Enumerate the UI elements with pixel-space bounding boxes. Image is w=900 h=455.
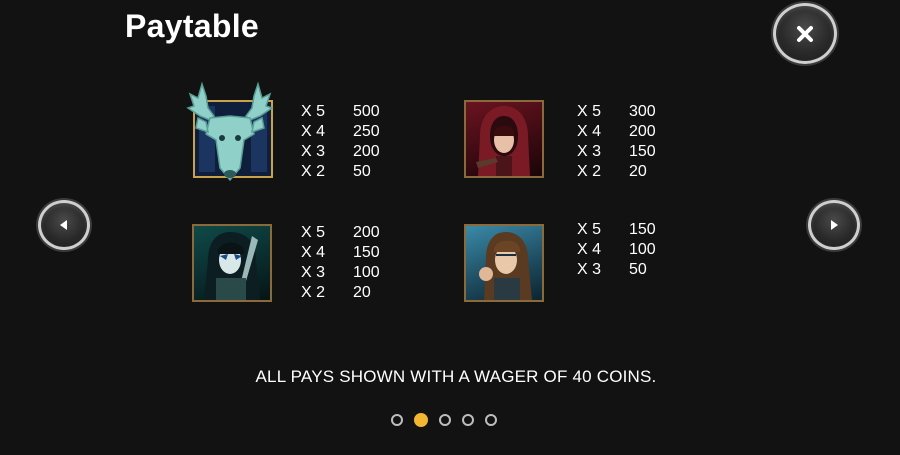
pay-value: 150 (353, 244, 380, 261)
page-indicator (391, 413, 497, 427)
pay-row: X 2 20 (577, 162, 689, 182)
pay-multiplier: X 5 (577, 221, 602, 238)
pay-row: X 3 100 (301, 263, 413, 283)
page-dot[interactable] (485, 414, 497, 426)
stag-icon (186, 81, 274, 182)
pay-row: X 4 250 (301, 122, 413, 142)
pay-value: 20 (629, 163, 647, 180)
pay-multiplier: X 4 (577, 241, 602, 258)
pay-multiplier: X 2 (301, 284, 326, 301)
pay-value: 150 (629, 221, 656, 238)
archer-icon (479, 232, 532, 300)
page-dot[interactable] (462, 414, 474, 426)
pay-row: X 3 150 (577, 142, 689, 162)
chevron-right-icon (831, 220, 838, 230)
pay-row: X 4 200 (577, 122, 689, 142)
pay-multiplier: X 5 (301, 224, 326, 241)
paytable-stag: X 5 500 X 4 250 X 3 200 X 2 50 (301, 102, 413, 182)
red-hood-icon (476, 106, 530, 176)
warrior-icon (204, 232, 260, 300)
pay-multiplier: X 4 (577, 123, 602, 140)
pay-value: 250 (353, 123, 380, 140)
page-dot[interactable] (439, 414, 451, 426)
pay-row: X 5 300 (577, 102, 689, 122)
pay-value: 200 (353, 143, 380, 160)
pay-multiplier: X 2 (577, 163, 602, 180)
pay-row: X 5 200 (301, 223, 413, 243)
paytable-red-hood: X 5 300 X 4 200 X 3 150 X 2 20 (577, 102, 689, 182)
pay-row: X 2 50 (301, 162, 413, 182)
paytable-warrior: X 5 200 X 4 150 X 3 100 X 2 20 (301, 223, 413, 303)
pay-row: X 2 20 (301, 283, 413, 303)
pay-multiplier: X 5 (301, 103, 326, 120)
next-page-button[interactable] (808, 200, 860, 250)
pay-multiplier: X 3 (577, 261, 602, 278)
close-button[interactable] (773, 3, 837, 64)
pay-multiplier: X 3 (577, 143, 602, 160)
pay-row: X 4 100 (577, 240, 689, 260)
pay-value: 100 (629, 241, 656, 258)
chevron-left-icon (60, 220, 67, 230)
wager-note: ALL PAYS SHOWN WITH A WAGER OF 40 COINS. (255, 367, 657, 386)
pay-row: X 5 500 (301, 102, 413, 122)
pay-multiplier: X 2 (301, 163, 326, 180)
archer-symbol (464, 224, 544, 302)
pay-row: X 3 50 (577, 260, 689, 280)
page-dot-active[interactable] (414, 413, 428, 427)
paytable-archer: X 5 150 X 4 100 X 3 50 (577, 220, 689, 280)
pay-value: 50 (353, 163, 371, 180)
pay-value: 300 (629, 103, 656, 120)
pay-multiplier: X 3 (301, 143, 326, 160)
pay-row: X 5 150 (577, 220, 689, 240)
pay-multiplier: X 5 (577, 103, 602, 120)
page-title: Paytable (125, 8, 260, 44)
pay-value: 200 (353, 224, 380, 241)
pay-value: 50 (629, 261, 647, 278)
pay-value: 200 (629, 123, 656, 140)
page-dot[interactable] (391, 414, 403, 426)
pay-value: 150 (629, 143, 656, 160)
red-hood-symbol (464, 100, 544, 178)
pay-row: X 3 200 (301, 142, 413, 162)
pay-value: 500 (353, 103, 380, 120)
pay-multiplier: X 4 (301, 123, 326, 140)
pay-multiplier: X 4 (301, 244, 326, 261)
pay-multiplier: X 3 (301, 264, 326, 281)
pay-row: X 4 150 (301, 243, 413, 263)
pay-value: 100 (353, 264, 380, 281)
previous-page-button[interactable] (38, 200, 90, 250)
pay-value: 20 (353, 284, 371, 301)
warrior-symbol (192, 224, 272, 302)
close-icon (797, 25, 813, 42)
